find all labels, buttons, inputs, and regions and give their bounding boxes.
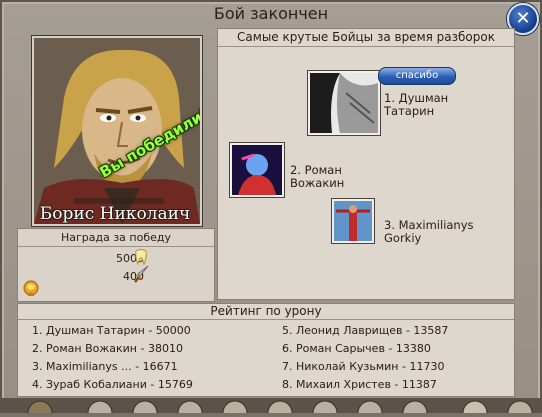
hero-name: Борис Николаич bbox=[39, 204, 191, 224]
tooth-icon bbox=[135, 249, 147, 265]
rating-row: 3. Maximilianys ... - 16671 bbox=[32, 360, 178, 373]
bottom-toolbar bbox=[0, 398, 542, 417]
thanks-button[interactable]: спасибо bbox=[378, 67, 456, 85]
top-fighters-panel: Самые крутые Бойцы за время разборок спа… bbox=[217, 28, 515, 300]
fighter-2-avatar[interactable] bbox=[230, 143, 284, 197]
fighter-1-photo bbox=[310, 73, 378, 133]
fighter-1-avatar[interactable] bbox=[308, 71, 380, 135]
damage-rating-panel: Рейтинг по урону 1. Душман Татарин - 500… bbox=[17, 303, 515, 397]
rating-row: 4. Зураб Кобалиани - 15769 bbox=[32, 378, 193, 391]
fighter-3-name: 3. Maximilianys Gorkiy bbox=[384, 218, 474, 245]
trophy-icon bbox=[23, 280, 39, 296]
sword-icon bbox=[134, 265, 149, 283]
hero-portrait: Вы победили! bbox=[32, 36, 202, 226]
reward-header: Награда за победу bbox=[18, 229, 214, 247]
fighter-2-name: 2. Роман Вожакин bbox=[290, 163, 345, 190]
rating-row: 6. Роман Сарычев - 13380 bbox=[282, 342, 431, 355]
damage-rating-header: Рейтинг по урону bbox=[18, 304, 514, 320]
dialog-title: Бой закончен bbox=[213, 4, 329, 23]
rating-row: 8. Михаил Христев - 11387 bbox=[282, 378, 437, 391]
top-fighters-header: Самые крутые Бойцы за время разборок bbox=[218, 29, 514, 47]
fighter-3-photo bbox=[334, 201, 372, 241]
rating-row: 5. Леонид Лаврищев - 13587 bbox=[282, 324, 449, 337]
rating-row: 2. Роман Вожакин - 38010 bbox=[32, 342, 183, 355]
rating-row: 7. Николай Кузьмин - 11730 bbox=[282, 360, 445, 373]
rating-column-left: 1. Душман Татарин - 50000 2. Роман Вожак… bbox=[32, 322, 193, 394]
battle-result-dialog: Бой закончен ✕ Вы победили! Борис Никола… bbox=[0, 0, 542, 417]
toolbar-icons bbox=[27, 400, 533, 417]
fighter-2-photo bbox=[232, 145, 282, 195]
reward-panel: Награда за победу 5000 400 bbox=[17, 228, 215, 302]
fighter-1-name: 1. Душман Татарин bbox=[384, 91, 449, 118]
rating-column-right: 5. Леонид Лаврищев - 13587 6. Роман Сары… bbox=[282, 322, 448, 394]
rating-row: 1. Душман Татарин - 50000 bbox=[32, 324, 191, 337]
fighter-3-avatar[interactable] bbox=[332, 199, 374, 243]
